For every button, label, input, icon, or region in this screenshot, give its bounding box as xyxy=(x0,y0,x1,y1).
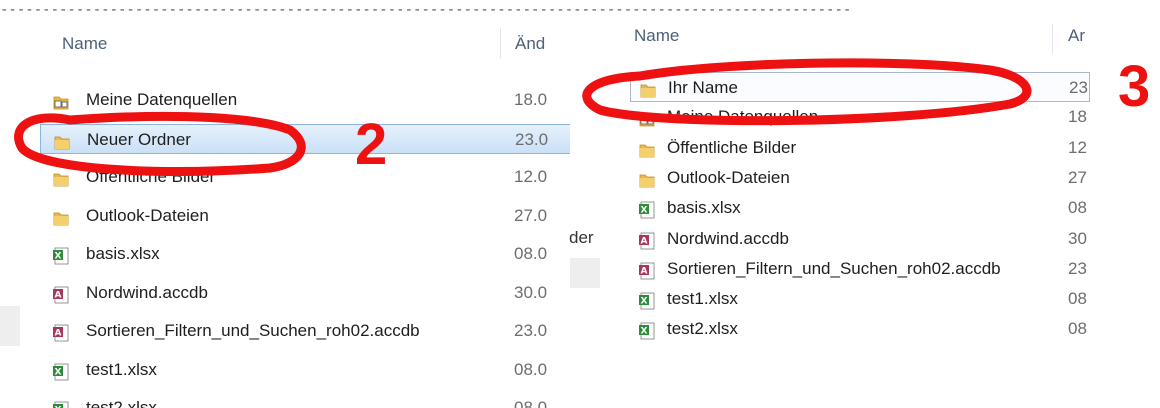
column-separator[interactable] xyxy=(1052,24,1053,54)
modified-date: 27.0 xyxy=(514,205,548,225)
file-name: basis.xlsx xyxy=(667,198,741,218)
modified-date: 23.0 xyxy=(515,129,549,149)
list-item[interactable]: A Nordwind.accdb 30.0 xyxy=(40,278,570,308)
file-name: Ihr Name xyxy=(668,78,738,97)
explorer-pane-before: Name Änd Meine Datenquellen 18.0 Neuer Ord… xyxy=(0,24,570,408)
modified-date: 08 xyxy=(1068,319,1087,339)
svg-text:A: A xyxy=(641,236,648,246)
svg-text:X: X xyxy=(641,297,648,307)
list-item[interactable]: A Sortieren_Filtern_und_Suchen_roh02.accd… xyxy=(630,254,1090,284)
datasource-folder-icon xyxy=(638,108,656,127)
list-item[interactable]: Xtest1.xlsx 08 xyxy=(630,284,1090,314)
excel-file-icon: X xyxy=(52,361,70,380)
excel-file-icon: X xyxy=(638,199,656,219)
list-item[interactable]: Öffentliche Bilder 12.0 xyxy=(40,162,570,192)
list-item[interactable]: Xtest2.xlsx 08.0 xyxy=(40,393,570,408)
column-header: Name Änd xyxy=(0,24,570,62)
file-name: Öffentliche Bilder xyxy=(667,137,797,157)
folder-icon xyxy=(52,168,70,187)
modified-date: 18.0 xyxy=(514,90,548,109)
folder-icon xyxy=(639,79,657,98)
svg-text:X: X xyxy=(641,327,648,337)
modified-date: 12 xyxy=(1068,137,1087,157)
file-name: Nordwind.accdb xyxy=(667,228,789,248)
svg-text:X: X xyxy=(55,367,62,377)
list-item[interactable]: Öffentliche Bilder 12 xyxy=(630,133,1090,163)
scroll-area xyxy=(0,306,20,346)
file-name: Outlook-Dateien xyxy=(86,205,209,225)
file-name: Nordwind.accdb xyxy=(86,282,208,302)
list-item[interactable]: Neuer Ordner 23.0 xyxy=(40,123,570,154)
svg-text:X: X xyxy=(641,206,648,216)
modified-date: 23 xyxy=(1069,78,1088,97)
folder-icon xyxy=(638,139,656,157)
modified-date: 08.0 xyxy=(514,359,548,379)
excel-file-icon: X xyxy=(638,290,656,310)
column-header: Name Ar xyxy=(600,24,1090,62)
column-header-date[interactable]: Ar xyxy=(1068,26,1085,46)
column-header-name[interactable]: Name xyxy=(62,34,107,54)
list-item[interactable]: Meine Datenquellen 18 xyxy=(630,102,1090,132)
file-name: Sortieren_Filtern_und_Suchen_roh02.accdb xyxy=(667,258,1001,278)
svg-text:X: X xyxy=(55,252,62,262)
list-item[interactable]: A Sortieren_Filtern_und_Suchen_roh02.accd… xyxy=(40,316,570,346)
access-file-icon: A xyxy=(638,260,656,280)
modified-date: 23 xyxy=(1068,258,1087,278)
svg-text:A: A xyxy=(55,290,62,300)
list-item[interactable]: Xtest2.xlsx 08 xyxy=(630,314,1090,344)
modified-date: 30.0 xyxy=(514,282,548,302)
svg-text:A: A xyxy=(641,266,648,276)
modified-date: 08.0 xyxy=(514,398,548,408)
modified-date: 23.0 xyxy=(514,321,548,340)
file-name: test2.xlsx xyxy=(86,398,157,408)
step-3-label: 3 xyxy=(1118,54,1151,119)
file-name: Sortieren_Filtern_und_Suchen_roh02.accdb xyxy=(86,321,420,340)
list-item[interactable]: Ihr Name 23 xyxy=(630,72,1090,102)
column-header-name[interactable]: Name xyxy=(634,26,679,46)
access-file-icon: A xyxy=(638,230,656,249)
file-name: Neuer Ordner xyxy=(87,129,191,149)
folder-icon xyxy=(638,169,656,188)
folder-icon xyxy=(52,207,70,225)
list-item[interactable]: Outlook-Dateien 27.0 xyxy=(40,201,570,231)
file-name: Öffentliche Bilder xyxy=(86,167,216,186)
file-name: test1.xlsx xyxy=(667,289,738,309)
modified-date: 08 xyxy=(1068,198,1087,218)
list-item[interactable]: Xbasis.xlsx 08 xyxy=(630,193,1090,223)
modified-date: 30 xyxy=(1068,228,1087,248)
file-name: basis.xlsx xyxy=(86,244,160,263)
svg-text:A: A xyxy=(55,329,62,339)
explorer-pane-after: Name Ar Ihr Name 23 Meine Datenquellen 18 Öf… xyxy=(600,24,1090,408)
column-separator[interactable] xyxy=(500,28,501,58)
list-item[interactable]: Xbasis.xlsx 08.0 xyxy=(40,239,570,269)
access-file-icon: A xyxy=(52,322,70,342)
datasource-folder-icon xyxy=(52,91,70,110)
excel-file-icon: X xyxy=(638,320,656,340)
folder-icon xyxy=(53,131,71,149)
access-file-icon: A xyxy=(52,284,70,303)
column-header-date[interactable]: Änd xyxy=(515,34,545,54)
excel-file-icon: X xyxy=(52,245,70,265)
list-item[interactable]: Meine Datenquellen 18.0 xyxy=(40,85,570,115)
file-name: Outlook-Dateien xyxy=(667,167,790,187)
modified-date: 18 xyxy=(1068,107,1087,127)
list-item[interactable]: Xtest1.xlsx 08.0 xyxy=(40,355,570,385)
modified-date: 27 xyxy=(1068,167,1087,187)
file-name: Meine Datenquellen xyxy=(86,90,238,109)
step-2-label: 2 xyxy=(355,112,388,177)
modified-date: 08 xyxy=(1068,289,1087,309)
file-name: test1.xlsx xyxy=(86,359,157,379)
list-item[interactable]: A Nordwind.accdb 30 xyxy=(630,224,1090,254)
list-item[interactable]: Outlook-Dateien 27 xyxy=(630,163,1090,193)
modified-date: 12.0 xyxy=(514,167,548,186)
file-name: Meine Datenquellen xyxy=(667,107,819,127)
file-name: test2.xlsx xyxy=(667,319,738,339)
background-strip xyxy=(570,258,600,288)
excel-file-icon: X xyxy=(52,399,70,408)
modified-date: 08.0 xyxy=(514,244,548,263)
separator-line: ----------------------------------------… xyxy=(0,2,850,18)
truncated-label: der xyxy=(569,228,594,247)
